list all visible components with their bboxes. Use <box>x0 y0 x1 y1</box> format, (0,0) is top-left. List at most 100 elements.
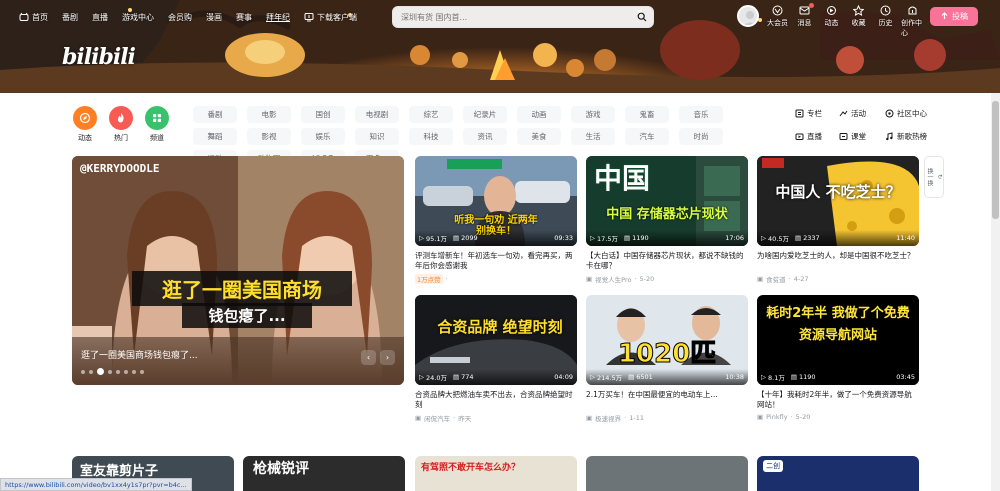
video-thumbnail[interactable]: 听我一句劝 近两年别换车！ ▷95.1万 ▤2099 09:33 <box>415 156 577 246</box>
tag-dance[interactable]: 舞蹈 <box>193 128 237 145</box>
carousel-dot[interactable] <box>124 369 128 374</box>
video-thumbnail[interactable]: 合资品牌 绝望时刻 ▷ 24.0万 ▤ 774 04:09 <box>415 295 577 385</box>
video-meta: 1万点赞 · <box>415 274 577 284</box>
site-logo[interactable]: bilibili <box>62 44 136 70</box>
tag-animation[interactable]: 动画 <box>517 106 561 123</box>
nav-download-client[interactable]: 下载客户端 <box>297 12 364 23</box>
tag-movie[interactable]: 电影 <box>247 106 291 123</box>
link-community[interactable]: 社区中心 <box>885 106 939 120</box>
video-thumbnail-partial[interactable]: 二创 <box>757 456 919 491</box>
chevron-left-icon: ‹ <box>366 353 371 362</box>
nav-manga-label: 漫画 <box>206 12 222 22</box>
carousel-dot[interactable] <box>81 369 85 374</box>
link-column[interactable]: 专栏 <box>795 106 839 120</box>
video-card[interactable]: 合资品牌 绝望时刻 ▷ 24.0万 ▤ 774 04:09 合资品牌大把燃油车卖不出… <box>415 295 577 423</box>
channel-hot[interactable]: 热门 <box>108 106 134 143</box>
upload-button[interactable]: 投稿 <box>930 7 978 26</box>
nav-creator-center[interactable]: 创作中心 <box>901 3 924 38</box>
carousel-dot[interactable] <box>108 369 112 374</box>
uploader-name[interactable]: 极速视界 <box>595 413 621 423</box>
nav-anime[interactable]: 番剧 <box>55 12 85 23</box>
nav-home[interactable]: 首页 <box>12 12 55 23</box>
nav-right: 大会员 消息 动态 收藏 历史 创作中心 <box>766 3 928 38</box>
nav-favorite[interactable]: 收藏 <box>847 3 870 28</box>
video-thumbnail-partial[interactable]: 枪械锐评 <box>243 456 405 491</box>
avatar[interactable] <box>737 5 759 27</box>
carousel-prev-button[interactable]: ‹ <box>361 350 376 365</box>
tag-knowledge[interactable]: 知识 <box>355 128 399 145</box>
nav-dynamic-label: 动态 <box>824 19 839 27</box>
link-course[interactable]: 课堂 <box>839 129 885 143</box>
video-card[interactable]: 中国 中国 存储器芯片现状 ▷ 17.5万 ▤ 1190 17:06 【大白话】中国… <box>586 156 748 284</box>
carousel-dot[interactable] <box>132 369 136 374</box>
tag-variety[interactable]: 综艺 <box>409 106 453 123</box>
page-scrollbar[interactable] <box>991 93 1000 491</box>
featured-carousel[interactable]: @KERRYDOODLE 逛了一圈美国商场 钱包瘪了... 逛了一圈美国商场钱包… <box>72 156 404 385</box>
tag-tech[interactable]: 科技 <box>409 128 453 145</box>
search-button[interactable] <box>631 7 653 27</box>
video-title[interactable]: 【大白话】中国存储器芯片现状，都说不缺钱的卡在哪？ <box>586 251 748 271</box>
video-card[interactable]: 中国人 不吃芝士？ ▷ 40.5万 ▤ 2337 11:40 为啥国内爱吃芝士的人，… <box>757 156 919 284</box>
video-card[interactable]: 耗时2年半 我做了个免费 资源导航网站 ▷ 8.1万 ▤ 1190 03:45 【十… <box>757 295 919 421</box>
link-live[interactable]: 直播 <box>795 129 839 143</box>
channel-dynamic[interactable]: 动态 <box>72 106 98 143</box>
tag-film[interactable]: 影视 <box>247 128 291 145</box>
video-thumbnail[interactable]: 1020匹 ▷ 214.5万 ▤ 6501 10:38 <box>586 295 748 385</box>
tag-game[interactable]: 游戏 <box>571 106 615 123</box>
tag-news[interactable]: 资讯 <box>463 128 507 145</box>
tag-tv[interactable]: 电视剧 <box>355 106 399 123</box>
tag-documentary[interactable]: 纪录片 <box>463 106 507 123</box>
video-title[interactable]: 评测车增新车！年初选车一句劝，看完再买，两年后你会感谢我 <box>415 251 577 271</box>
video-thumbnail[interactable]: 中国 中国 存储器芯片现状 ▷ 17.5万 ▤ 1190 17:06 <box>586 156 748 246</box>
video-title[interactable]: 【十年】我耗时2年半，做了一个免费资源导航网站！ <box>757 390 919 410</box>
tag-life[interactable]: 生活 <box>571 128 615 145</box>
community-icon <box>885 109 894 117</box>
link-activity[interactable]: 活动 <box>839 106 885 120</box>
video-card[interactable]: 听我一句劝 近两年别换车！ ▷95.1万 ▤2099 09:33 评测车增新车！… <box>415 156 577 284</box>
upload-icon <box>941 12 948 19</box>
video-title[interactable]: 合资品牌大把燃油车卖不出去，合资品牌绝望时刻 <box>415 390 577 410</box>
nav-esports[interactable]: 赛事 <box>229 12 259 23</box>
video-card[interactable]: 1020匹 ▷ 214.5万 ▤ 6501 10:38 2.1万买车！在中国最便宜的… <box>586 295 748 423</box>
video-thumbnail-partial[interactable]: 有驾照不敢开车怎么办？ <box>415 456 577 491</box>
uploader-name[interactable]: 闲侃汽车 <box>424 413 450 423</box>
uploader-name[interactable]: Pinkfly <box>766 413 787 421</box>
tag-fashion[interactable]: 时尚 <box>679 128 723 145</box>
nav-game-center[interactable]: 游戏中心 <box>115 12 161 23</box>
channel-channels[interactable]: 频道 <box>144 106 170 143</box>
carousel-dot-active[interactable] <box>97 368 104 375</box>
tag-car[interactable]: 汽车 <box>625 128 669 145</box>
video-thumbnail[interactable]: 中国人 不吃芝士？ ▷ 40.5万 ▤ 2337 11:40 <box>757 156 919 246</box>
tag-food[interactable]: 美食 <box>517 128 561 145</box>
video-thumbnail-partial[interactable] <box>586 456 748 491</box>
carousel-dot[interactable] <box>116 369 120 374</box>
uploader-name[interactable]: 视觉人生Pro <box>595 274 631 284</box>
video-duration: 11:40 <box>896 234 915 242</box>
scrollbar-thumb[interactable] <box>992 101 999 219</box>
nav-dynamic[interactable]: 动态 <box>820 3 843 28</box>
tag-guochuang[interactable]: 国创 <box>301 106 345 123</box>
nav-message[interactable]: 消息 <box>793 3 816 28</box>
video-title[interactable]: 为啥国内爱吃芝士的人，却是中国很不吃芝士？ <box>757 251 919 271</box>
carousel-dot[interactable] <box>140 369 144 374</box>
carousel-dot[interactable] <box>89 369 93 374</box>
link-music-chart[interactable]: 新歌热榜 <box>885 129 939 143</box>
nav-manga[interactable]: 漫画 <box>199 12 229 23</box>
tag-kichiku[interactable]: 鬼畜 <box>625 106 669 123</box>
uploader-name[interactable]: 食贫道 <box>766 274 786 284</box>
video-title[interactable]: 2.1万买车！在中国最便宜的电动车上… <box>586 390 748 410</box>
nav-special-event[interactable]: 拜年纪 <box>259 12 297 23</box>
favorite-icon <box>853 5 864 16</box>
nav-vip[interactable]: 大会员 <box>766 3 789 28</box>
nav-history[interactable]: 历史 <box>874 3 897 28</box>
video-thumbnail[interactable]: 耗时2年半 我做了个免费 资源导航网站 ▷ 8.1万 ▤ 1190 03:45 <box>757 295 919 385</box>
tag-anime[interactable]: 番剧 <box>193 106 237 123</box>
tag-music[interactable]: 音乐 <box>679 106 723 123</box>
nav-mall[interactable]: 会员购 <box>161 12 199 23</box>
tag-entertainment[interactable]: 娱乐 <box>301 128 345 145</box>
nav-live[interactable]: 直播 <box>85 12 115 23</box>
thumbnail-caption: 中国 存储器芯片现状 <box>606 207 728 222</box>
carousel-next-button[interactable]: › <box>380 350 395 365</box>
search-input[interactable] <box>393 7 631 27</box>
refresh-button[interactable]: ↻ 换一换 <box>924 156 944 198</box>
